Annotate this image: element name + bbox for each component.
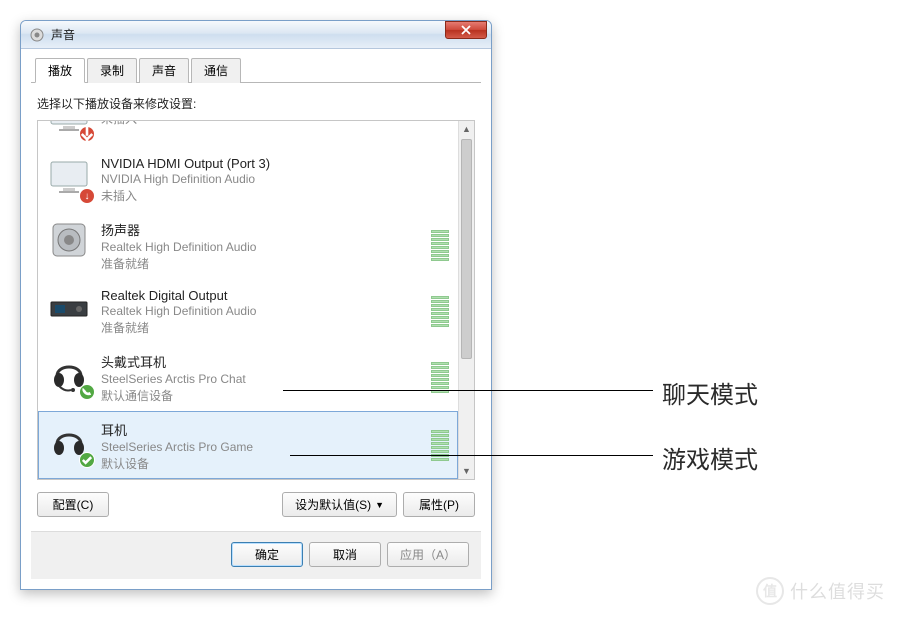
tab-playback[interactable]: 播放: [35, 58, 85, 83]
titlebar[interactable]: 声音: [21, 21, 491, 49]
tab-sounds[interactable]: 声音: [139, 58, 189, 83]
device-list[interactable]: NVIDIA High Definition Audio 未插入 ↓ NVIDI…: [37, 120, 475, 480]
error-badge-icon: [79, 126, 95, 142]
close-button[interactable]: [445, 21, 487, 39]
device-item[interactable]: Realtek Digital Output Realtek High Defi…: [38, 279, 458, 343]
speaker-icon: [47, 218, 91, 266]
level-meter: [431, 362, 449, 393]
device-item[interactable]: 扬声器 Realtek High Definition Audio 准备就绪: [38, 211, 458, 279]
device-item[interactable]: NVIDIA High Definition Audio 未插入: [38, 120, 458, 147]
tabs: 播放 录制 声音 通信: [31, 57, 481, 83]
dialog-footer: 确定 取消 应用（A）: [31, 531, 481, 579]
cancel-button[interactable]: 取消: [309, 542, 381, 567]
annotation-chat-mode: 聊天模式: [662, 375, 758, 410]
sound-dialog: 声音 播放 录制 声音 通信 选择以下播放设备来修改设置:: [20, 20, 492, 590]
device-name: Realtek Digital Output: [101, 288, 421, 303]
dialog-title: 声音: [51, 26, 75, 43]
properties-button[interactable]: 属性(P): [403, 492, 475, 517]
device-sub: SteelSeries Arctis Pro Chat: [101, 372, 421, 386]
device-status: 未插入: [101, 120, 449, 127]
chevron-down-icon: ▼: [375, 500, 384, 510]
device-status: 默认设备: [101, 455, 421, 472]
ok-button[interactable]: 确定: [231, 542, 303, 567]
device-name: 扬声器: [101, 220, 421, 239]
device-status: 未插入: [101, 187, 449, 204]
scroll-thumb[interactable]: [461, 139, 472, 359]
annotation-game-mode: 游戏模式: [662, 440, 758, 475]
device-item[interactable]: 头戴式耳机 SteelSeries Arctis Pro Chat 默认通信设备: [38, 343, 458, 411]
device-buttons: 配置(C) 设为默认值(S) ▼ 属性(P): [37, 492, 475, 517]
device-status: 准备就绪: [101, 255, 421, 272]
device-sub: NVIDIA High Definition Audio: [101, 172, 449, 186]
set-default-label: 设为默认值(S): [295, 496, 371, 513]
sound-icon: [29, 27, 45, 43]
watermark-icon: 值: [756, 577, 784, 605]
monitor-icon: ↓: [47, 154, 91, 202]
watermark: 值 什么值得买: [756, 577, 885, 605]
check-badge-icon: [79, 452, 95, 468]
device-status: 准备就绪: [101, 319, 421, 336]
device-item[interactable]: ↓ NVIDIA HDMI Output (Port 3) NVIDIA Hig…: [38, 147, 458, 211]
receiver-icon: [47, 286, 91, 334]
phone-badge-icon: [79, 384, 95, 400]
device-name: 耳机: [101, 420, 421, 439]
monitor-icon: [47, 120, 91, 140]
level-meter: [431, 230, 449, 261]
annotation-line: [290, 455, 653, 456]
set-default-button[interactable]: 设为默认值(S) ▼: [282, 492, 397, 517]
scroll-down-button[interactable]: ▼: [459, 463, 474, 479]
configure-button[interactable]: 配置(C): [37, 492, 109, 517]
device-name: 头戴式耳机: [101, 352, 421, 371]
tab-communications[interactable]: 通信: [191, 58, 241, 83]
scroll-up-button[interactable]: ▲: [459, 121, 474, 137]
device-name: NVIDIA HDMI Output (Port 3): [101, 156, 449, 171]
headphones-icon: [47, 418, 91, 466]
tab-recording[interactable]: 录制: [87, 58, 137, 83]
device-item[interactable]: 耳机 SteelSeries Arctis Pro Game 默认设备: [38, 411, 458, 479]
dialog-body: 播放 录制 声音 通信 选择以下播放设备来修改设置: NVIDIA High D…: [21, 49, 491, 589]
level-meter: [431, 296, 449, 327]
device-sub: Realtek High Definition Audio: [101, 240, 421, 254]
headset-icon: [47, 350, 91, 398]
instruction-text: 选择以下播放设备来修改设置:: [37, 95, 475, 112]
annotation-line: [283, 390, 653, 391]
scrollbar[interactable]: ▲ ▼: [458, 121, 474, 479]
watermark-text: 什么值得买: [790, 578, 885, 604]
device-sub: Realtek High Definition Audio: [101, 304, 421, 318]
error-badge-icon: ↓: [79, 188, 95, 204]
device-sub: SteelSeries Arctis Pro Game: [101, 440, 421, 454]
apply-button[interactable]: 应用（A）: [387, 542, 469, 567]
